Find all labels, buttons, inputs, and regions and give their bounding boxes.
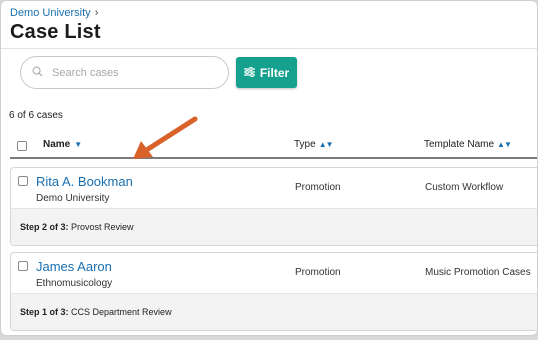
- column-label-template: Template Name: [424, 139, 495, 150]
- filter-label: Filter: [259, 65, 290, 80]
- table-header: Name ▼ Type ▲▼ Template Name ▲▼: [10, 132, 537, 159]
- row-checkbox[interactable]: [18, 176, 28, 186]
- window-bottom-edge: [0, 336, 538, 340]
- search-icon: [32, 64, 43, 82]
- sort-icon: ▲▼: [497, 140, 512, 149]
- step-name: Provost Review: [71, 222, 134, 232]
- select-all-checkbox[interactable]: [17, 141, 27, 151]
- app-frame: Demo University› Case List Filter 6 of 6…: [0, 0, 538, 336]
- header-divider: [1, 48, 537, 49]
- row-checkbox[interactable]: [18, 261, 28, 271]
- breadcrumb: Demo University ›: [10, 7, 98, 19]
- case-type: Promotion: [295, 182, 341, 193]
- case-template: Music Promotion Cases: [425, 267, 531, 278]
- case-org: Demo University: [36, 193, 110, 204]
- search-input[interactable]: [52, 66, 212, 79]
- column-header-type[interactable]: Type ▲▼: [294, 139, 334, 150]
- case-card: James Aaron Ethnomusicology Promotion Mu…: [10, 252, 537, 331]
- case-type: Promotion: [295, 267, 341, 278]
- case-name-link[interactable]: Rita A. Bookman: [36, 174, 133, 189]
- column-header-name[interactable]: Name ▼: [43, 139, 82, 150]
- step-prefix: Step 2 of 3:: [20, 222, 69, 232]
- case-step: Step 1 of 3: CCS Department Review: [20, 307, 172, 317]
- result-count: 6 of 6 cases: [9, 110, 63, 121]
- case-org: Ethnomusicology: [36, 278, 113, 289]
- search-box[interactable]: [20, 56, 229, 89]
- case-step-bar: Step 1 of 3: CCS Department Review: [11, 293, 537, 330]
- column-label-name: Name: [43, 139, 71, 150]
- filter-button[interactable]: Filter: [236, 57, 297, 88]
- case-name-link[interactable]: James Aaron: [36, 259, 112, 274]
- case-card: Rita A. Bookman Demo University Promotio…: [10, 167, 537, 246]
- sort-icon: ▲▼: [318, 140, 334, 149]
- breadcrumb-separator: ›: [94, 7, 99, 19]
- case-step-bar: Step 2 of 3: Provost Review: [11, 208, 537, 245]
- step-prefix: Step 1 of 3:: [20, 307, 69, 317]
- sort-descending-icon: ▼: [74, 140, 83, 149]
- column-label-type: Type: [294, 139, 316, 150]
- case-template: Custom Workflow: [425, 182, 504, 193]
- case-step: Step 2 of 3: Provost Review: [20, 222, 134, 232]
- column-header-template[interactable]: Template Name ▲▼: [424, 139, 512, 150]
- step-name: CCS Department Review: [71, 307, 172, 317]
- breadcrumb-link-parent[interactable]: Demo University: [10, 7, 91, 19]
- annotation-arrow-icon: [133, 116, 198, 159]
- sliders-icon: [243, 66, 255, 80]
- page-title: Case List: [10, 21, 101, 43]
